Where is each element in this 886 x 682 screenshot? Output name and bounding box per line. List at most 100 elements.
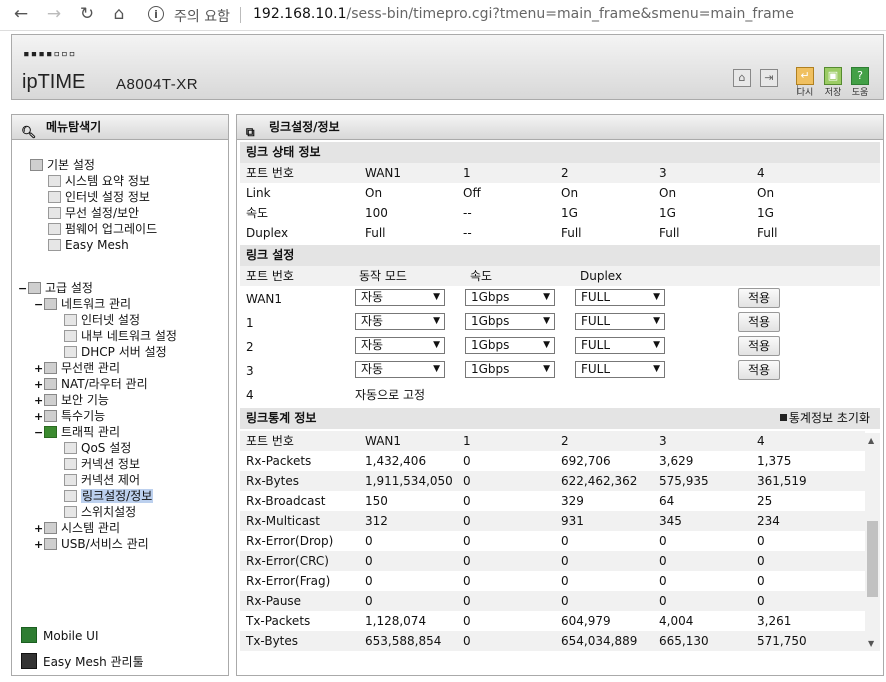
stats-cell: 0 (561, 594, 569, 608)
chart-icon (44, 522, 57, 534)
collapse-icon[interactable]: − (34, 297, 43, 313)
stats-cell: 0 (463, 554, 471, 568)
speed-select-2[interactable]: 1Gbps ▼ (465, 337, 555, 354)
refresh-button[interactable]: ↵ 다시 (794, 67, 816, 98)
config-port-label: 1 (246, 316, 254, 330)
stats-cell: 665,130 (659, 634, 709, 648)
tree-internet-setup[interactable]: 인터넷 설정 (64, 312, 140, 328)
stats-cell: 150 (365, 494, 388, 508)
help-button[interactable]: ? 도움 (849, 67, 871, 98)
page-icon (64, 490, 77, 502)
stats-header-2: 2 (561, 434, 569, 448)
expand-icon[interactable]: + (34, 377, 43, 393)
mode-select-3[interactable]: 자동 ▼ (355, 361, 445, 378)
save-button[interactable]: ▣ 저장 (822, 67, 844, 98)
tree-wireless-security[interactable]: 무선 설정/보안 (48, 205, 139, 221)
tree-dhcp-setup[interactable]: DHCP 서버 설정 (64, 344, 167, 360)
duplex-select-3[interactable]: FULL ▼ (575, 361, 665, 378)
expand-icon[interactable]: + (34, 537, 43, 553)
duplex-select-1[interactable]: FULL ▼ (575, 313, 665, 330)
duplex-select-wan1[interactable]: FULL ▼ (575, 289, 665, 306)
apply-button-wan1[interactable]: 적용 (738, 288, 780, 308)
stats-cell: 0 (561, 534, 569, 548)
stats-scrollbar[interactable]: ▲ ▼ (865, 433, 880, 651)
link-config-section: 링크 설정 (240, 245, 880, 266)
logout-icon[interactable]: ⇥ (760, 69, 778, 87)
info-icon[interactable]: i (148, 6, 164, 22)
router-icon (44, 378, 57, 390)
mobile-icon (21, 627, 37, 643)
home-icon[interactable]: ⌂ (108, 4, 130, 24)
expand-icon[interactable]: + (34, 521, 43, 537)
config-row-1: 1 자동 ▼ 1Gbps ▼ FULL ▼ 적용 (240, 311, 880, 335)
network-icon (44, 298, 57, 310)
apply-button-2[interactable]: 적용 (738, 336, 780, 356)
stats-row-label: Rx-Multicast (246, 514, 321, 528)
mesh-tool-icon (21, 653, 37, 669)
address-bar[interactable]: 192.168.10.1/sess-bin/timepro.cgi?tmenu=… (253, 6, 794, 22)
tree-easy-mesh[interactable]: Easy Mesh (48, 237, 129, 253)
tree-traffic-mgmt[interactable]: − 트래픽 관리 (34, 424, 120, 440)
tree-security[interactable]: + 보안 기능 (34, 392, 109, 408)
collapse-icon[interactable]: − (34, 425, 43, 441)
mode-select-1[interactable]: 자동 ▼ (355, 313, 445, 330)
mobile-ui-link[interactable]: Mobile UI (21, 627, 99, 643)
tree-wireless-mgmt[interactable]: + 무선랜 관리 (34, 360, 120, 376)
tree-connection-control[interactable]: 커넥션 제어 (64, 472, 140, 488)
menu-explorer-panel: 🔍︎ 메뉴탐색기 기본 설정 시스템 요약 정보 인터넷 설정 정보 무선 설정… (11, 114, 229, 676)
mode-select-2[interactable]: 자동 ▼ (355, 337, 445, 354)
address-separator (240, 7, 241, 23)
duplex-value: FULL (581, 314, 611, 328)
tree-lan-setup[interactable]: 내부 네트워크 설정 (64, 328, 177, 344)
expand-icon[interactable]: + (34, 361, 43, 377)
tree-basic-settings[interactable]: 기본 설정 (30, 157, 95, 173)
reset-stats-button[interactable]: 통계정보 초기화 (779, 408, 870, 429)
back-icon[interactable]: ← (10, 4, 32, 24)
apply-button-1[interactable]: 적용 (738, 312, 780, 332)
speed-select-wan1[interactable]: 1Gbps ▼ (465, 289, 555, 306)
speed-select-1[interactable]: 1Gbps ▼ (465, 313, 555, 330)
tree-switch-settings[interactable]: 스위치설정 (64, 504, 136, 520)
tree-system-summary[interactable]: 시스템 요약 정보 (48, 173, 150, 189)
status-header-port: 포트 번호 (246, 166, 294, 180)
easymesh-mgmt-link[interactable]: Easy Mesh 관리툴 (21, 653, 144, 670)
config-header-duplex: Duplex (580, 269, 623, 283)
status-cell: Link (246, 186, 271, 200)
tree-connection-info[interactable]: 커넥션 정보 (64, 456, 140, 472)
tree-advanced-settings[interactable]: − 고급 설정 (18, 280, 93, 296)
tree-nat-router[interactable]: + NAT/라우터 관리 (34, 376, 148, 392)
scroll-down-icon[interactable]: ▼ (868, 639, 874, 648)
stats-cell: 0 (659, 534, 667, 548)
speed-select-3[interactable]: 1Gbps ▼ (465, 361, 555, 378)
dropdown-arrow-icon: ▼ (543, 340, 550, 350)
stats-cell: 234 (757, 514, 780, 528)
tree-qos[interactable]: QoS 설정 (64, 440, 131, 456)
apply-button-3[interactable]: 적용 (738, 360, 780, 380)
reload-icon[interactable]: ↻ (76, 4, 98, 24)
home-icon[interactable]: ⌂ (733, 69, 751, 87)
security-label[interactable]: 주의 요함 (174, 6, 230, 26)
tree-internet-info[interactable]: 인터넷 설정 정보 (48, 189, 150, 205)
stats-cell: 0 (463, 514, 471, 528)
scroll-up-icon[interactable]: ▲ (868, 436, 874, 445)
tree-usb-service[interactable]: + USB/서비스 관리 (34, 536, 149, 552)
scrollbar-thumb[interactable] (867, 521, 878, 597)
table-row: Rx-Error(CRC) 0 0 0 0 0 (240, 551, 865, 571)
config-row-4: 4 자동으로 고정 (240, 385, 880, 405)
expand-icon[interactable]: + (34, 393, 43, 409)
collapse-icon[interactable]: − (18, 281, 27, 297)
tree-special[interactable]: + 특수기능 (34, 408, 105, 424)
status-header-3: 3 (659, 166, 667, 180)
duplex-select-2[interactable]: FULL ▼ (575, 337, 665, 354)
mode-select-wan1[interactable]: 자동 ▼ (355, 289, 445, 306)
tree-link-settings[interactable]: 링크설정/정보 (64, 488, 154, 504)
expand-icon[interactable]: + (34, 409, 43, 425)
tree-firmware-upgrade[interactable]: 펌웨어 업그레이드 (48, 221, 157, 237)
stats-cell: 0 (463, 574, 471, 588)
tree-system-mgmt[interactable]: + 시스템 관리 (34, 520, 120, 536)
forward-icon[interactable]: → (43, 4, 65, 24)
tree-network-mgmt[interactable]: − 네트워크 관리 (34, 296, 131, 312)
stats-cell: 0 (365, 554, 373, 568)
status-cell: 속도 (246, 206, 269, 220)
folder-icon (30, 159, 43, 171)
